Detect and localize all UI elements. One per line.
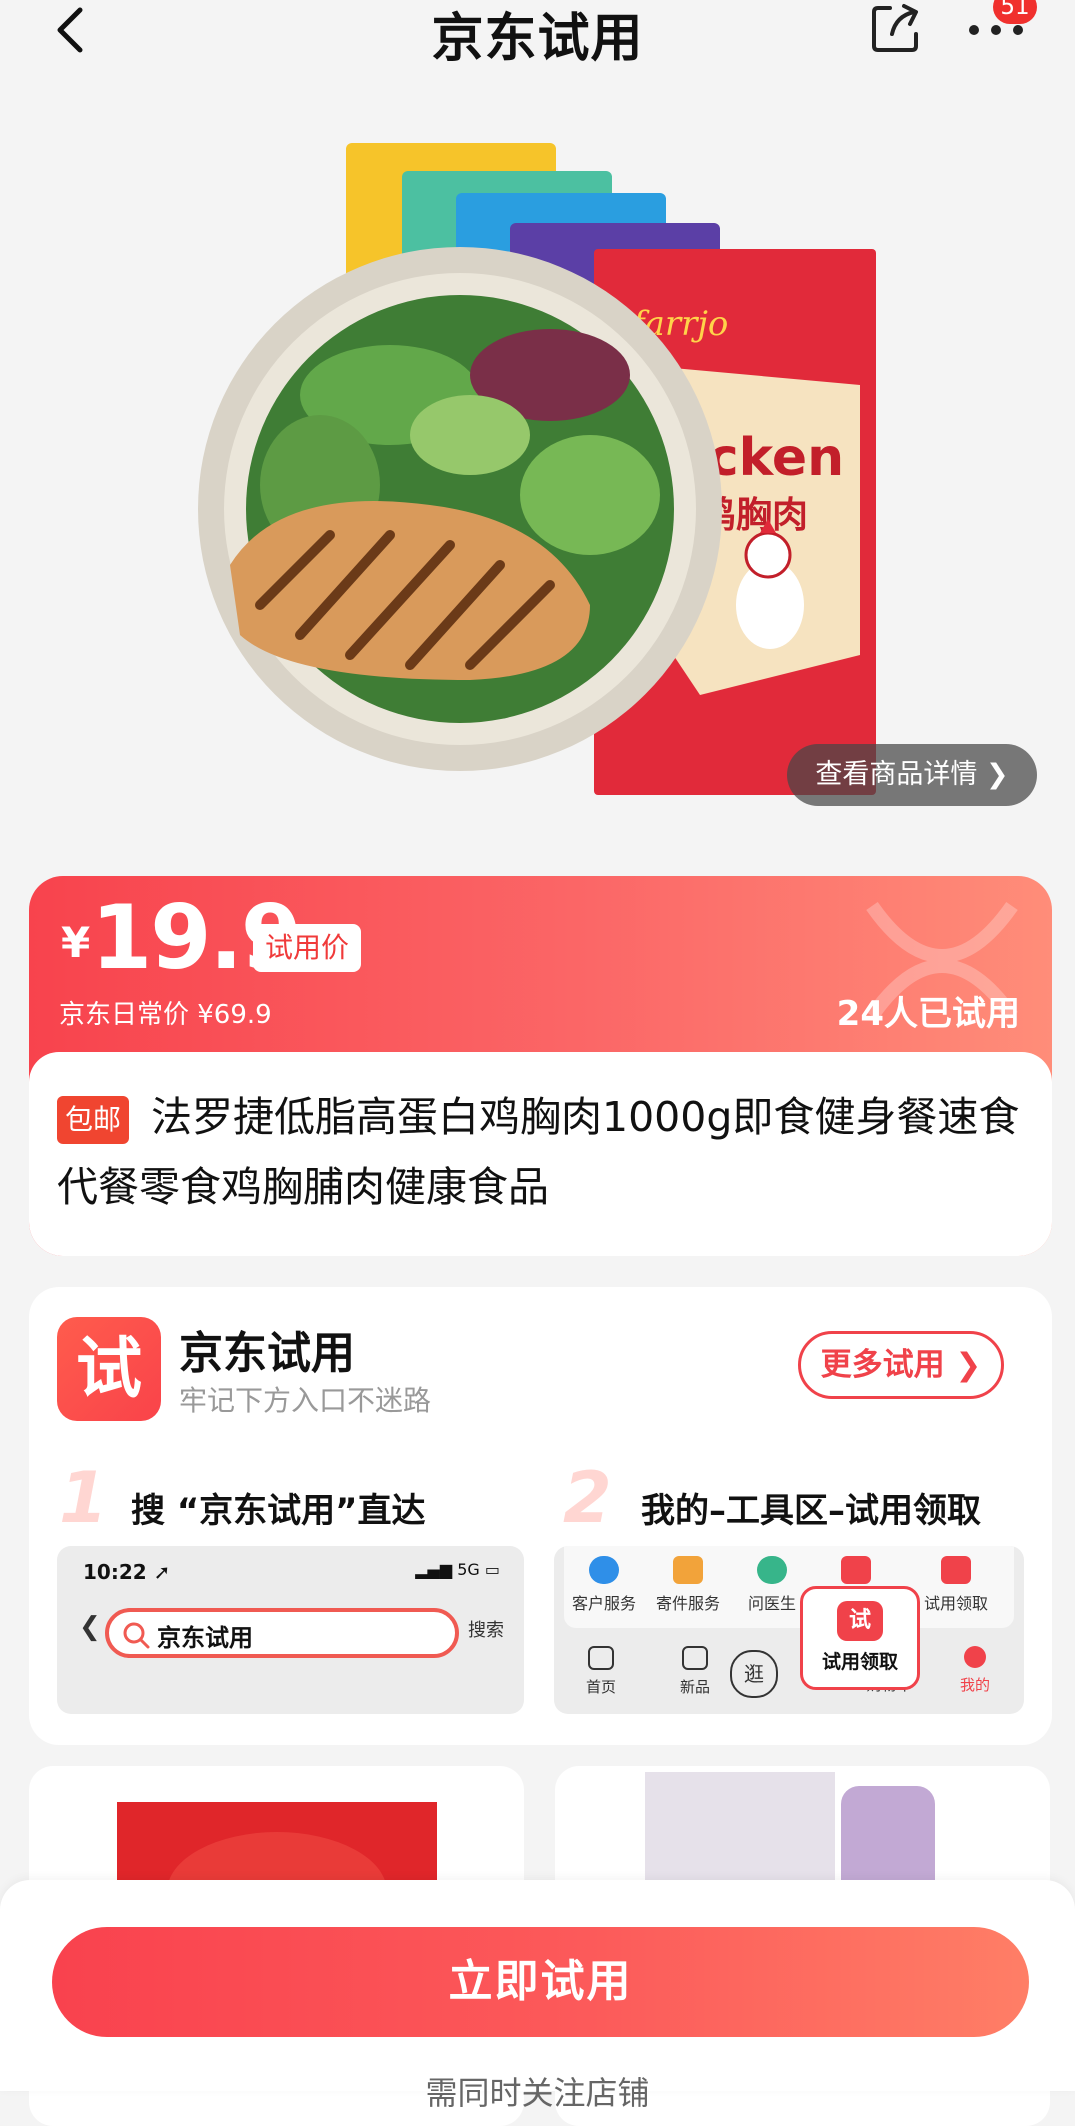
service-trial: 试用领取 (920, 1556, 992, 1614)
guide-title: 京东试用 (179, 1328, 355, 1379)
product-title: 法罗捷低脂高蛋白鸡胸肉1000g即食健身餐速食代餐零食鸡胸脯肉健康食品 (57, 1093, 1020, 1211)
follow-store-notice: 需同时关注店铺 (425, 2074, 650, 2112)
trial-entry-callout: 试 试用领取 (800, 1586, 920, 1690)
free-shipping-badge: 包邮 (57, 1096, 130, 1144)
product-title-card: 法罗捷低脂高蛋白鸡胸肉1000g即食健身餐速食代餐零食鸡胸脯肉健康食品 包邮 (29, 1052, 1052, 1256)
price-card: ¥ 19.9 试用价 京东日常价 ¥69.9 24人已试用 法罗捷低脂高蛋白鸡胸… (29, 876, 1052, 1256)
bottom-action-bar: 立即试用 需同时关注店铺 (0, 1880, 1075, 2112)
share-icon[interactable] (870, 2, 922, 54)
original-price: 京东日常价 ¥69.9 (59, 1000, 272, 1030)
doctor-icon (757, 1556, 787, 1584)
status-time: 10:22 ➚ (83, 1560, 171, 1584)
step-2-text: 我的–工具区–试用领取 (641, 1491, 981, 1531)
home-icon (588, 1646, 614, 1670)
more-trials-button[interactable]: 更多试用 ❯ (798, 1331, 1004, 1399)
step-1-text: 搜 “京东试用”直达 (131, 1491, 426, 1531)
back-arrow-icon: ❮ (79, 1612, 101, 1642)
jd-trial-app-icon: 试 (57, 1317, 161, 1421)
step-2-screenshot: 客户服务 寄件服务 问医生 试用领取 首页 新品 逛 购物车 我的 试 试用领取 (554, 1546, 1024, 1714)
tried-count: 24人已试用 (836, 994, 1020, 1034)
service-customer: 客户服务 (568, 1556, 640, 1614)
service-refresh (820, 1556, 892, 1590)
search-action: 搜索 (468, 1620, 504, 1641)
step-2-number: 2 (563, 1457, 612, 1539)
tab-mine: 我的 (940, 1646, 1010, 1695)
try-now-button[interactable]: 立即试用 (52, 1927, 1029, 2037)
service-shipping: 寄件服务 (652, 1556, 724, 1614)
refresh-icon (841, 1556, 871, 1584)
step-1-screenshot: 10:22 ➚ ▂▄▆ 5G ▭ ❮ 京东试用 搜索 (57, 1546, 524, 1714)
trial-icon: 试 (837, 1601, 883, 1641)
service-doctor: 问医生 (736, 1556, 808, 1614)
search-value: 京东试用 (157, 1624, 253, 1652)
headset-icon (589, 1556, 619, 1584)
express-icon (673, 1556, 703, 1584)
tab-new: 新品 (660, 1646, 730, 1697)
step-1-number: 1 (59, 1457, 108, 1539)
trial-entry-label: 试用领取 (821, 1651, 898, 1673)
guide-subtitle: 牢记下方入口不迷路 (179, 1384, 432, 1417)
product-image[interactable]: farrjo icken 鸡胸肉 (170, 135, 910, 815)
search-icon (123, 1622, 150, 1649)
trial-price-tag: 试用价 (253, 924, 362, 972)
trial-bag-icon (941, 1556, 971, 1584)
status-signal: ▂▄▆ 5G ▭ (415, 1560, 500, 1579)
notification-badge: 51 (993, 0, 1037, 24)
box-icon (682, 1646, 708, 1670)
jd-trial-guide-card: 试 京东试用 牢记下方入口不迷路 更多试用 ❯ 1 搜 “京东试用”直达 10:… (29, 1287, 1052, 1745)
tab-browse: 逛 (730, 1650, 778, 1698)
view-details-button[interactable]: 查看商品详情 ❯ (787, 744, 1037, 806)
search-input: 京东试用 (105, 1608, 459, 1658)
tab-home: 首页 (566, 1646, 636, 1697)
currency-symbol: ¥ (61, 918, 91, 967)
user-icon (964, 1646, 986, 1668)
top-nav-bar: 京东试用 51 (0, 0, 1075, 70)
